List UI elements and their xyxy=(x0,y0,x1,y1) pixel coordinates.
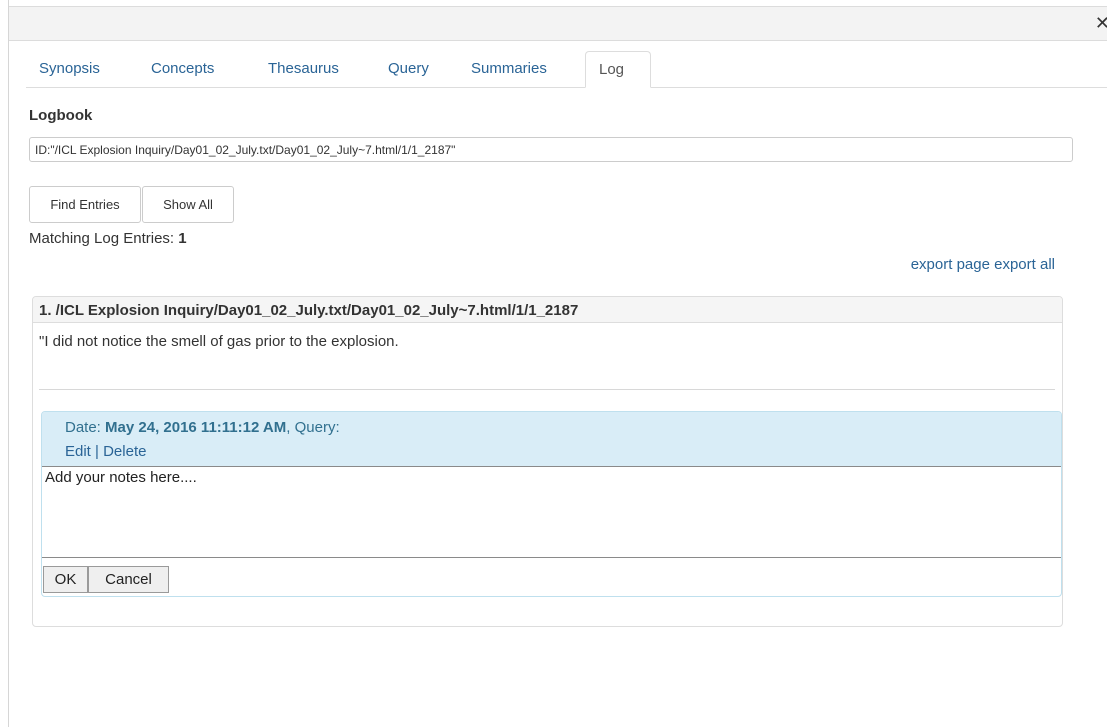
log-entry-panel: 1. /ICL Explosion Inquiry/Day01_02_July.… xyxy=(32,296,1063,627)
note-meta: Date: May 24, 2016 11:11:12 AM, Query: xyxy=(65,417,340,438)
export-page-link[interactable]: export page xyxy=(911,256,990,273)
log-entry-text: "I did not notice the smell of gas prior… xyxy=(39,333,399,350)
delete-link[interactable]: Delete xyxy=(103,443,146,460)
tab-bar: Synopsis Concepts Thesaurus Query Summar… xyxy=(26,51,1107,88)
find-entries-button[interactable]: Find Entries xyxy=(29,186,141,223)
query-label: , Query: xyxy=(286,419,340,436)
divider xyxy=(39,389,1055,390)
note-actions: Edit | Delete xyxy=(65,441,146,462)
export-all-link[interactable]: export all xyxy=(994,256,1055,273)
ok-button[interactable]: OK xyxy=(43,566,88,593)
tab-thesaurus[interactable]: Thesaurus xyxy=(255,51,352,86)
tab-synopsis[interactable]: Synopsis xyxy=(26,51,113,86)
matching-entries-count: Matching Log Entries: 1 xyxy=(29,230,187,247)
export-links: export page export all xyxy=(911,256,1055,273)
entry-id-input[interactable] xyxy=(29,137,1073,162)
action-separator: | xyxy=(90,443,104,460)
notes-textarea[interactable]: Add your notes here.... xyxy=(42,466,1061,558)
matching-label: Matching Log Entries: xyxy=(29,230,179,247)
note-box: Date: May 24, 2016 11:11:12 AM, Query: E… xyxy=(41,411,1062,597)
date-label: Date: xyxy=(65,419,106,436)
tab-summaries[interactable]: Summaries xyxy=(458,51,560,86)
tab-log[interactable]: Log xyxy=(585,51,651,88)
logbook-dialog: ✕ Synopsis Concepts Thesaurus Query Summ… xyxy=(8,0,1107,727)
note-header: Date: May 24, 2016 11:11:12 AM, Query: E… xyxy=(42,412,1061,466)
tab-concepts[interactable]: Concepts xyxy=(138,51,227,86)
close-icon[interactable]: ✕ xyxy=(1095,13,1107,33)
edit-link[interactable]: Edit xyxy=(65,443,91,460)
log-entry-header: 1. /ICL Explosion Inquiry/Day01_02_July.… xyxy=(33,297,1062,323)
matching-count: 1 xyxy=(178,230,187,247)
logbook-title: Logbook xyxy=(29,107,93,124)
date-value: May 24, 2016 11:11:12 AM xyxy=(105,419,287,436)
show-all-button[interactable]: Show All xyxy=(142,186,234,223)
dialog-titlebar: ✕ xyxy=(9,6,1107,41)
tab-query[interactable]: Query xyxy=(375,51,442,86)
cancel-button[interactable]: Cancel xyxy=(88,566,169,593)
